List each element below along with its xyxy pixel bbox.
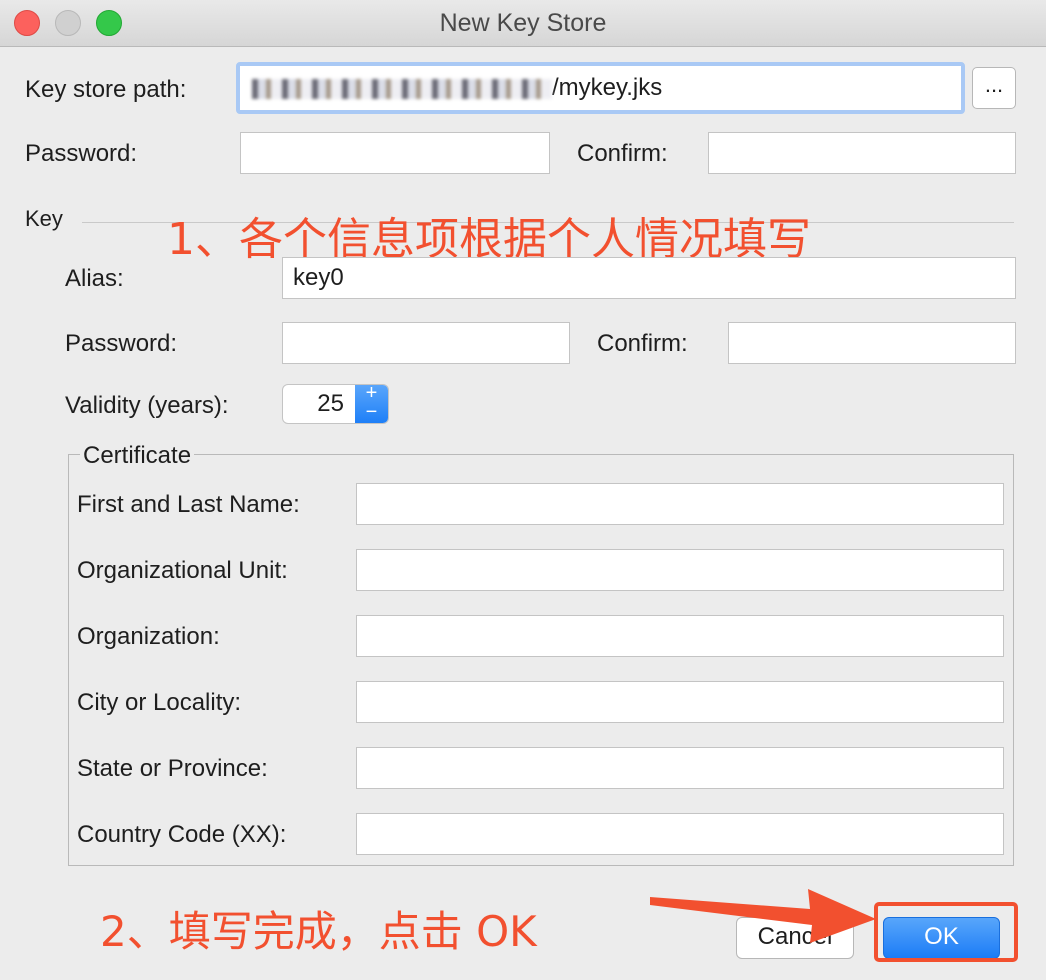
key-password-field[interactable] <box>282 322 570 364</box>
cert-label-city: City or Locality: <box>77 689 242 716</box>
validity-value: 25 <box>317 390 344 417</box>
key-store-password-label: Password: <box>25 140 138 167</box>
title-bar: New Key Store <box>0 0 1046 47</box>
cert-label-organization: Organization: <box>77 623 220 650</box>
annotation-step-2: 2、填写完成，点击 OK <box>100 907 537 956</box>
key-confirm-label: Confirm: <box>597 330 688 357</box>
key-password-label: Password: <box>65 330 178 357</box>
alias-field[interactable] <box>282 257 1016 299</box>
key-store-password-field[interactable] <box>240 132 550 174</box>
validity-label: Validity (years): <box>65 392 229 419</box>
certificate-title: Certificate <box>80 442 195 470</box>
browse-button[interactable]: ... <box>972 67 1016 109</box>
key-store-path-suffix: /mykey.jks <box>552 74 663 101</box>
window-title: New Key Store <box>439 9 607 37</box>
key-store-path-input[interactable]: /mykey.jks <box>236 62 965 114</box>
arrow-icon <box>650 889 876 943</box>
first-last-name-field[interactable] <box>356 483 1004 525</box>
cert-label-organizational-unit: Organizational Unit: <box>77 557 288 584</box>
country-code-field[interactable] <box>356 813 1004 855</box>
redacted-path <box>252 78 552 99</box>
validity-stepper[interactable]: + − <box>355 385 388 423</box>
key-confirm-field[interactable] <box>728 322 1016 364</box>
organizational-unit-field[interactable] <box>356 549 1004 591</box>
decrement-icon[interactable]: − <box>355 402 388 423</box>
organization-field[interactable] <box>356 615 1004 657</box>
ok-highlight-box <box>874 902 1018 962</box>
state-field[interactable] <box>356 747 1004 789</box>
cert-label-first-last-name: First and Last Name: <box>77 491 300 518</box>
alias-label: Alias: <box>65 265 124 292</box>
cert-label-country-code: Country Code (XX): <box>77 821 287 848</box>
cert-label-state: State or Province: <box>77 755 268 782</box>
key-store-path-label: Key store path: <box>25 76 187 103</box>
validity-spinner[interactable]: 25 + − <box>282 384 389 424</box>
key-section-label: Key <box>25 206 63 231</box>
key-store-confirm-field[interactable] <box>708 132 1016 174</box>
city-field[interactable] <box>356 681 1004 723</box>
key-store-confirm-label: Confirm: <box>577 140 668 167</box>
